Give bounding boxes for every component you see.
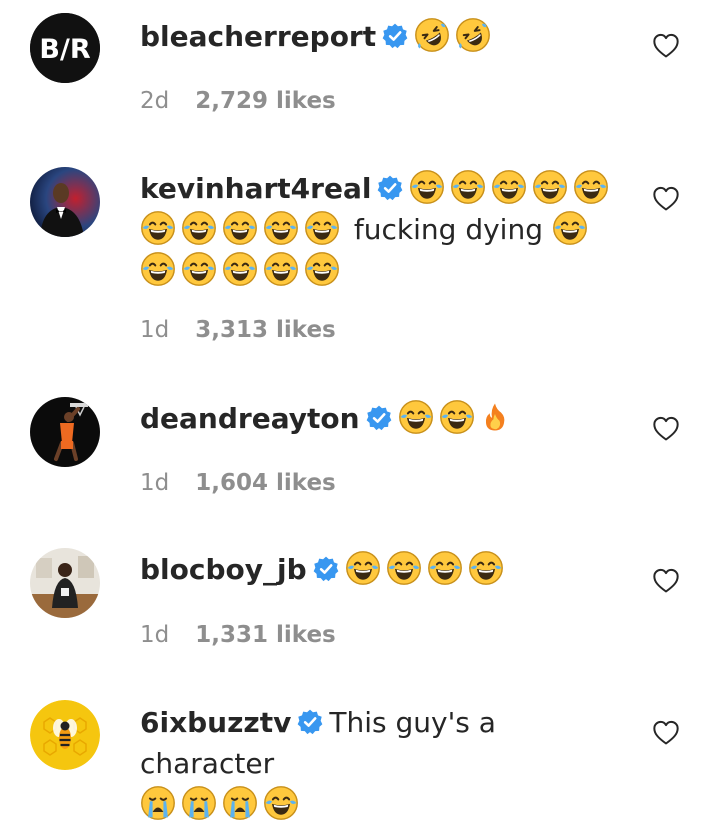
joy-emoji-icon — [263, 210, 299, 246]
joy-emoji-icon — [427, 550, 463, 586]
username[interactable]: deandreayton — [140, 402, 360, 435]
joy-emoji-icon — [181, 210, 217, 246]
logo-text: B/R — [39, 34, 90, 65]
verified-badge-icon — [377, 175, 403, 201]
comment-text: blocboy_jb — [140, 549, 629, 590]
joy-emoji-icon — [552, 210, 588, 246]
verified-badge-icon — [366, 405, 392, 431]
comment-time[interactable]: 2d — [140, 88, 169, 114]
rofl-emoji-icon — [414, 17, 450, 53]
joy-emoji-icon — [263, 251, 299, 287]
joy-emoji-icon — [304, 251, 340, 287]
joy-emoji-icon — [140, 210, 176, 246]
joy-emoji-icon — [345, 550, 381, 586]
room-portrait-image — [30, 548, 100, 618]
like-count[interactable]: 3,313 likes — [195, 317, 336, 343]
like-heart-icon[interactable] — [652, 567, 680, 595]
joy-emoji-icon — [263, 785, 299, 821]
avatar[interactable] — [30, 700, 100, 770]
like-count[interactable]: 2,729 likes — [195, 88, 336, 114]
comment-meta: 1d 3,313 likes — [140, 317, 336, 343]
joy-emoji-icon — [439, 399, 475, 435]
comment-text: deandreayton — [140, 398, 629, 439]
sob-emoji-icon — [140, 785, 176, 821]
joy-emoji-icon — [491, 169, 527, 205]
comment-text: 6ixbuzztv This guy's a character — [140, 702, 629, 825]
b-r-logo: B/R — [30, 13, 100, 83]
comment-meta: 2d 2,729 likes — [140, 88, 336, 114]
joy-emoji-icon — [386, 550, 422, 586]
fire-emoji-icon — [480, 399, 510, 435]
avatar[interactable] — [30, 397, 100, 467]
like-heart-icon[interactable] — [652, 185, 680, 213]
comment-meta: 1d 1,331 likes — [140, 622, 336, 648]
bee-logo — [30, 700, 100, 770]
joy-emoji-icon — [573, 169, 609, 205]
like-count[interactable]: 1,604 likes — [195, 470, 336, 496]
rofl-emoji-icon — [455, 17, 491, 53]
verified-badge-icon — [382, 23, 408, 49]
comment-text: bleacherreport — [140, 16, 629, 57]
joy-emoji-icon — [304, 210, 340, 246]
joy-emoji-icon — [222, 251, 258, 287]
joy-emoji-icon — [532, 169, 568, 205]
basketball-dunk-photo — [30, 397, 100, 467]
comment-message: fucking dying — [353, 213, 543, 246]
avatar[interactable] — [30, 548, 100, 618]
like-heart-icon[interactable] — [652, 415, 680, 443]
joy-emoji-icon — [140, 251, 176, 287]
comment-time[interactable]: 1d — [140, 622, 169, 648]
verified-badge-icon — [313, 556, 339, 582]
joy-emoji-icon — [398, 399, 434, 435]
joy-emoji-icon — [450, 169, 486, 205]
comment-time[interactable]: 1d — [140, 317, 169, 343]
username[interactable]: 6ixbuzztv — [140, 706, 291, 739]
joy-emoji-icon — [409, 169, 445, 205]
joy-emoji-icon — [468, 550, 504, 586]
comment-meta: 1d 1,604 likes — [140, 470, 336, 496]
joy-emoji-icon — [222, 210, 258, 246]
username[interactable]: blocboy_jb — [140, 553, 307, 586]
sob-emoji-icon — [181, 785, 217, 821]
comment-time[interactable]: 1d — [140, 470, 169, 496]
username[interactable]: kevinhart4real — [140, 172, 371, 205]
joy-emoji-icon — [181, 251, 217, 287]
sob-emoji-icon — [222, 785, 258, 821]
like-heart-icon[interactable] — [652, 32, 680, 60]
verified-badge-icon — [297, 709, 323, 735]
username[interactable]: bleacherreport — [140, 20, 376, 53]
comment-text: kevinhart4real fucking dying — [140, 168, 629, 291]
like-count[interactable]: 1,331 likes — [195, 622, 336, 648]
avatar[interactable]: B/R — [30, 13, 100, 83]
like-heart-icon[interactable] — [652, 719, 680, 747]
tuxedo-portrait-image — [30, 167, 100, 237]
avatar[interactable] — [30, 167, 100, 237]
